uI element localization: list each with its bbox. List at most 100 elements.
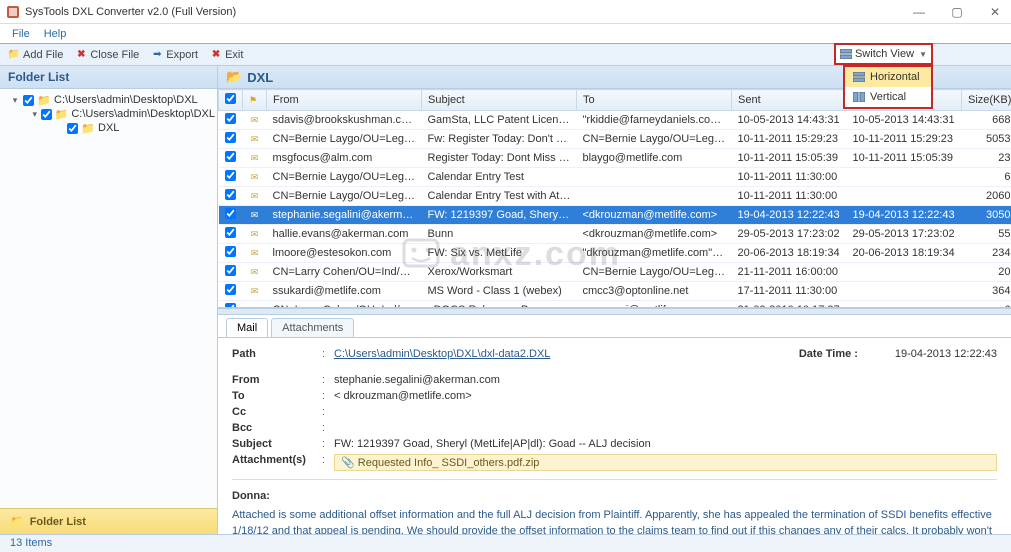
- cell-received: [847, 263, 962, 282]
- cell-to: "dkrouzman@metlife.com" <...: [577, 244, 732, 263]
- tab-mail[interactable]: Mail: [226, 318, 268, 337]
- table-row[interactable]: ✉ CN=Bernie Laygo/OU=Leg/... Fw: Registe…: [219, 130, 1011, 149]
- cell-subject: GamSta, LLC Patent Licensin...: [422, 111, 577, 130]
- maximize-button[interactable]: ▢: [947, 5, 967, 19]
- cell-from: stephanie.segalini@akerma...: [267, 206, 422, 225]
- exit-icon: ✖: [210, 49, 222, 61]
- col-subject[interactable]: Subject: [422, 90, 577, 111]
- cell-size: 23: [962, 149, 1011, 168]
- switch-view-horizontal[interactable]: Horizontal: [845, 67, 931, 87]
- cell-sent: 10-11-2011 11:30:00: [732, 168, 847, 187]
- menu-help[interactable]: Help: [44, 28, 67, 40]
- row-checkbox[interactable]: [225, 284, 236, 295]
- mail-icon: ✉: [251, 115, 259, 125]
- folder-list-footer[interactable]: 📁 Folder List: [0, 508, 217, 534]
- cell-from: CN=Bernie Laygo/OU=Leg/...: [267, 187, 422, 206]
- col-sent[interactable]: Sent: [732, 90, 847, 111]
- window-title: SysTools DXL Converter v2.0 (Full Versio…: [25, 6, 236, 18]
- row-checkbox[interactable]: [225, 303, 236, 308]
- row-checkbox[interactable]: [225, 265, 236, 276]
- cell-subject: Bunn: [422, 225, 577, 244]
- col-size[interactable]: Size(KB): [962, 90, 1011, 111]
- menu-file[interactable]: File: [12, 28, 30, 40]
- cell-received: [847, 301, 962, 309]
- cell-from: lmoore@estesokon.com: [267, 244, 422, 263]
- mail-icon: ✉: [251, 305, 259, 308]
- row-checkbox[interactable]: [225, 151, 236, 162]
- col-checkbox[interactable]: [219, 90, 243, 111]
- folder-tree[interactable]: ▾ 📁 C:\Users\admin\Desktop\DXL▾ 📁 C:\Use…: [0, 89, 217, 508]
- tree-checkbox[interactable]: [23, 95, 34, 106]
- cell-subject: FW: Six vs. MetLife: [422, 244, 577, 263]
- table-row[interactable]: ✉ lmoore@estesokon.com FW: Six vs. MetLi…: [219, 244, 1011, 263]
- cell-to: <dkrouzman@metlife.com>: [577, 225, 732, 244]
- folder-add-icon: 📁: [8, 49, 20, 61]
- table-row[interactable]: ✉ hallie.evans@akerman.com Bunn <dkrouzm…: [219, 225, 1011, 244]
- col-from[interactable]: From: [267, 90, 422, 111]
- exit-button[interactable]: ✖ Exit: [210, 49, 243, 61]
- tree-node[interactable]: 📁 DXL: [2, 121, 215, 135]
- tree-node[interactable]: ▾ 📁 C:\Users\admin\Desktop\DXL: [2, 107, 215, 121]
- table-row[interactable]: ✉ ssukardi@metlife.com MS Word - Class 1…: [219, 282, 1011, 301]
- minimize-button[interactable]: —: [909, 5, 929, 19]
- detail-path-value[interactable]: C:\Users\admin\Desktop\DXL\dxl-data2.DXL: [334, 348, 799, 360]
- cell-received: [847, 282, 962, 301]
- table-row[interactable]: ✉ CN=Larry Cohen/OU=Ind/O... Xerox/Works…: [219, 263, 1011, 282]
- row-checkbox[interactable]: [225, 246, 236, 257]
- table-row[interactable]: ✉ msgfocus@alm.com Register Today: Dont …: [219, 149, 1011, 168]
- cell-sent: 19-04-2013 12:22:43: [732, 206, 847, 225]
- body-text: Attached is some additional offset infor…: [232, 507, 997, 535]
- row-checkbox[interactable]: [225, 189, 236, 200]
- tree-checkbox[interactable]: [67, 123, 78, 134]
- table-row[interactable]: ✉ sdavis@brookskushman.com GamSta, LLC P…: [219, 111, 1011, 130]
- table-row[interactable]: ✉ CN=Larry Cohen/OU=Ind/O... eDOCS Roboc…: [219, 301, 1011, 309]
- row-checkbox[interactable]: [225, 113, 236, 124]
- cell-received: 10-11-2011 15:05:39: [847, 149, 962, 168]
- cell-sent: 17-11-2011 11:30:00: [732, 282, 847, 301]
- cell-size: 20: [962, 263, 1011, 282]
- tree-twisty-icon[interactable]: ▾: [32, 109, 38, 120]
- cell-to: [577, 187, 732, 206]
- detail-attachment-value[interactable]: 📎 Requested Info_ SSDI_others.pdf.zip: [334, 454, 997, 471]
- switch-view-dropdown[interactable]: Switch View ▼: [834, 43, 933, 65]
- exit-label: Exit: [225, 49, 243, 61]
- tree-label: C:\Users\admin\Desktop\DXL: [71, 108, 215, 120]
- row-checkbox[interactable]: [225, 227, 236, 238]
- cell-to: "rkiddie@farneydaniels.com...: [577, 111, 732, 130]
- export-label: Export: [166, 49, 198, 61]
- export-button[interactable]: ➡ Export: [151, 49, 198, 61]
- cell-size: 234: [962, 244, 1011, 263]
- add-file-button[interactable]: 📁 Add File: [8, 49, 63, 61]
- content-title: DXL: [247, 70, 273, 85]
- tree-checkbox[interactable]: [41, 109, 52, 120]
- cell-to: CN=Bernie Laygo/OU=Leg/...: [577, 263, 732, 282]
- cell-sent: 10-11-2011 15:05:39: [732, 149, 847, 168]
- close-button[interactable]: ✕: [985, 5, 1005, 19]
- table-row[interactable]: ✉ CN=Bernie Laygo/OU=Leg/... Calendar En…: [219, 168, 1011, 187]
- row-checkbox[interactable]: [225, 170, 236, 181]
- cell-subject: Fw: Register Today: Don't Mi...: [422, 130, 577, 149]
- message-grid[interactable]: ⚑ From Subject To Sent Received Size(KB)…: [218, 89, 1011, 308]
- tree-node[interactable]: ▾ 📁 C:\Users\admin\Desktop\DXL: [2, 93, 215, 107]
- horizontal-splitter[interactable]: [218, 308, 1011, 315]
- detail-cc-key: Cc: [232, 406, 322, 418]
- col-to[interactable]: To: [577, 90, 732, 111]
- row-checkbox[interactable]: [225, 208, 236, 219]
- table-row[interactable]: ✉ CN=Bernie Laygo/OU=Leg/... Calendar En…: [219, 187, 1011, 206]
- switch-view-vertical[interactable]: Vertical: [845, 87, 931, 107]
- attachment-filename: Requested Info_ SSDI_others.pdf.zip: [358, 457, 540, 469]
- cell-size: 668: [962, 111, 1011, 130]
- tree-label: C:\Users\admin\Desktop\DXL: [54, 94, 198, 106]
- cell-sent: 21-11-2011 16:00:00: [732, 263, 847, 282]
- folder-icon: 📁: [55, 108, 69, 120]
- row-checkbox[interactable]: [225, 132, 236, 143]
- table-row[interactable]: ✉ stephanie.segalini@akerma... FW: 12193…: [219, 206, 1011, 225]
- col-flag[interactable]: ⚑: [243, 90, 267, 111]
- close-file-button[interactable]: ✖ Close File: [75, 49, 139, 61]
- cell-to: <dkrouzman@metlife.com>: [577, 206, 732, 225]
- detail-bcc-key: Bcc: [232, 422, 322, 434]
- tab-attachments[interactable]: Attachments: [271, 318, 354, 337]
- body-greeting: Donna:: [232, 488, 997, 505]
- tree-twisty-icon[interactable]: ▾: [10, 95, 20, 106]
- horizontal-icon: [853, 72, 865, 82]
